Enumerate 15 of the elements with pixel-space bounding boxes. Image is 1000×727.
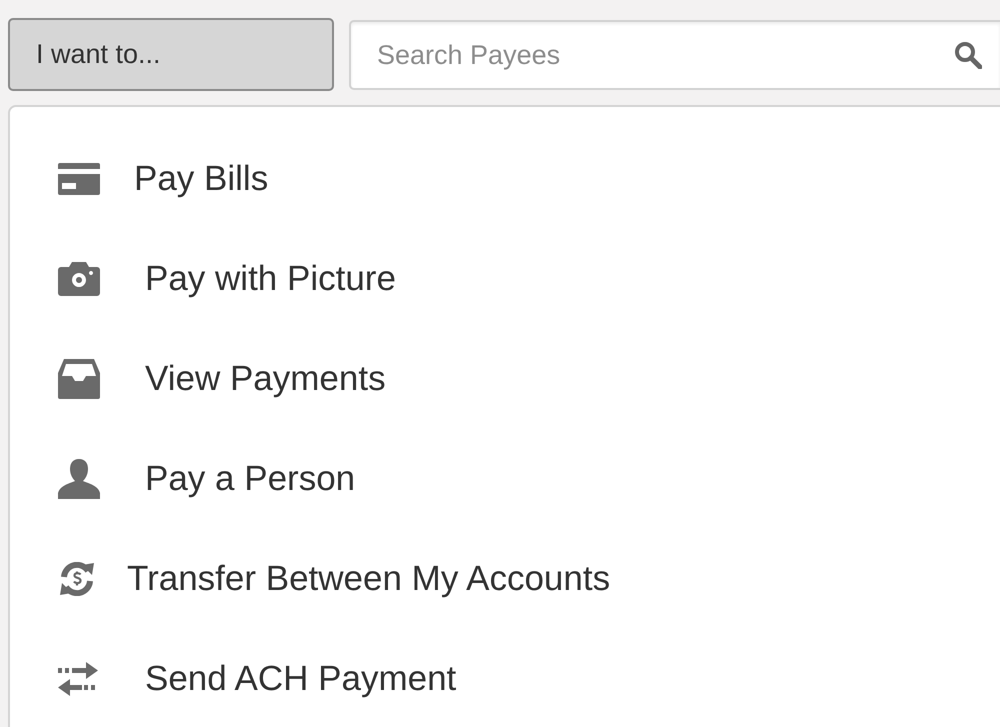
menu-item[interactable]: View Payments: [145, 359, 386, 399]
menu-item[interactable]: Pay with Picture: [145, 259, 396, 299]
menu-item[interactable]: Pay Bills: [134, 159, 268, 199]
dollar-refresh-icon: [58, 562, 96, 596]
inbox-tray-icon: [58, 359, 100, 399]
menu-item[interactable]: Send ACH Payment: [145, 659, 456, 699]
person-icon: [58, 459, 100, 499]
camera-icon: [58, 262, 100, 296]
menu-item[interactable]: Pay a Person: [145, 459, 356, 499]
menu-item[interactable]: Transfer Between My Accounts: [127, 559, 610, 599]
action-dropdown-button[interactable]: I want to...: [8, 18, 334, 91]
exchange-arrows-icon: [58, 662, 98, 696]
search-icon: [954, 41, 982, 69]
search-field[interactable]: Search Payees: [349, 20, 1000, 90]
credit-card-icon: [58, 163, 100, 195]
